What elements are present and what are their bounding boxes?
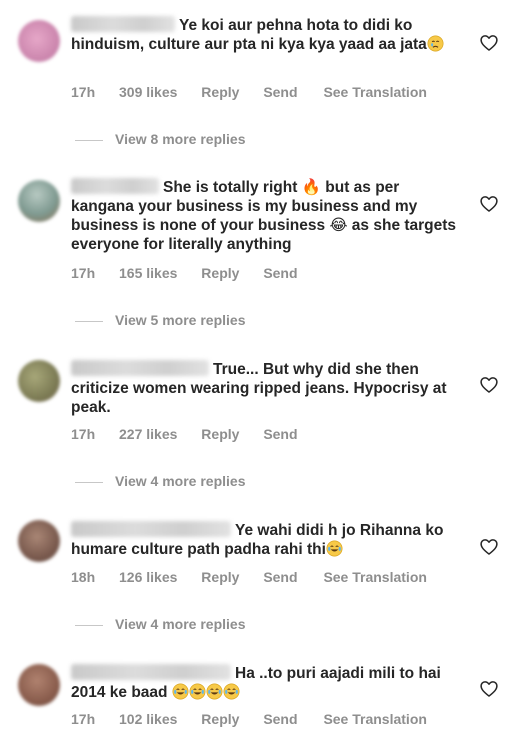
crying-face-icon — [427, 35, 444, 52]
comment-meta: 17h 227 likes Reply Send — [71, 426, 320, 442]
comment-text: Ha ..to puri aajadi mili to hai 2014 ke … — [71, 664, 441, 701]
comment-time: 17h — [71, 265, 96, 281]
replies-divider — [75, 624, 103, 626]
like-heart-icon[interactable] — [479, 33, 499, 53]
see-translation-button[interactable]: See Translation — [323, 711, 426, 727]
view-more-replies[interactable]: View 4 more replies — [75, 616, 245, 632]
username-blurred[interactable] — [71, 521, 231, 537]
username-blurred[interactable] — [71, 664, 231, 680]
like-heart-icon[interactable] — [479, 537, 499, 557]
like-heart-icon[interactable] — [479, 375, 499, 395]
like-heart-icon[interactable] — [479, 194, 499, 214]
avatar[interactable] — [18, 664, 60, 706]
comment-text: She is totally right 🔥 but as per kangan… — [71, 178, 457, 253]
see-translation-button[interactable]: See Translation — [323, 84, 426, 100]
username-blurred[interactable] — [71, 16, 175, 32]
comment-time: 17h — [71, 84, 96, 100]
joy-face-icon — [326, 540, 343, 557]
reply-button[interactable]: Reply — [201, 84, 239, 100]
reply-button[interactable]: Reply — [201, 569, 239, 585]
comment-likes[interactable]: 309 likes — [119, 84, 177, 100]
comment-text: True... But why did she then criticize w… — [71, 360, 447, 416]
username-blurred[interactable] — [71, 178, 159, 194]
view-more-replies[interactable]: View 5 more replies — [75, 312, 245, 328]
comment-text: Ye koi aur pehna hota to didi ko hinduis… — [71, 16, 461, 54]
reply-button[interactable]: Reply — [201, 265, 239, 281]
avatar[interactable] — [18, 20, 60, 62]
comment-meta: 17h 309 likes Reply Send See Translation — [71, 84, 447, 100]
avatar[interactable] — [18, 180, 60, 222]
send-button[interactable]: Send — [263, 711, 297, 727]
comment-likes[interactable]: 126 likes — [119, 569, 177, 585]
joy-face-icon — [223, 683, 240, 700]
send-button[interactable]: Send — [263, 84, 297, 100]
comment-meta: 18h 126 likes Reply Send See Translation — [71, 569, 447, 585]
view-more-replies[interactable]: View 8 more replies — [75, 131, 245, 147]
like-heart-icon[interactable] — [479, 679, 499, 699]
joy-face-icon — [189, 683, 206, 700]
replies-divider — [75, 139, 103, 141]
reply-button[interactable]: Reply — [201, 711, 239, 727]
comment-time: 17h — [71, 426, 96, 442]
avatar[interactable] — [18, 520, 60, 562]
avatar[interactable] — [18, 360, 60, 402]
comment-time: 17h — [71, 711, 96, 727]
comment-likes[interactable]: 227 likes — [119, 426, 177, 442]
username-blurred[interactable] — [71, 360, 209, 376]
replies-divider — [75, 320, 103, 322]
comment-time: 18h — [71, 569, 96, 585]
comment-likes[interactable]: 102 likes — [119, 711, 177, 727]
replies-divider — [75, 481, 103, 483]
comment-meta: 17h 165 likes Reply Send — [71, 265, 320, 281]
view-more-replies[interactable]: View 4 more replies — [75, 473, 245, 489]
joy-face-icon — [172, 683, 189, 700]
send-button[interactable]: Send — [263, 265, 297, 281]
comment-meta: 17h 102 likes Reply Send See Translation — [71, 711, 447, 727]
comment-text: Ye wahi didi h jo Rihanna ko humare cult… — [71, 521, 444, 558]
see-translation-button[interactable]: See Translation — [323, 569, 426, 585]
comment-likes[interactable]: 165 likes — [119, 265, 177, 281]
send-button[interactable]: Send — [263, 569, 297, 585]
send-button[interactable]: Send — [263, 426, 297, 442]
joy-face-icon — [206, 683, 223, 700]
reply-button[interactable]: Reply — [201, 426, 239, 442]
